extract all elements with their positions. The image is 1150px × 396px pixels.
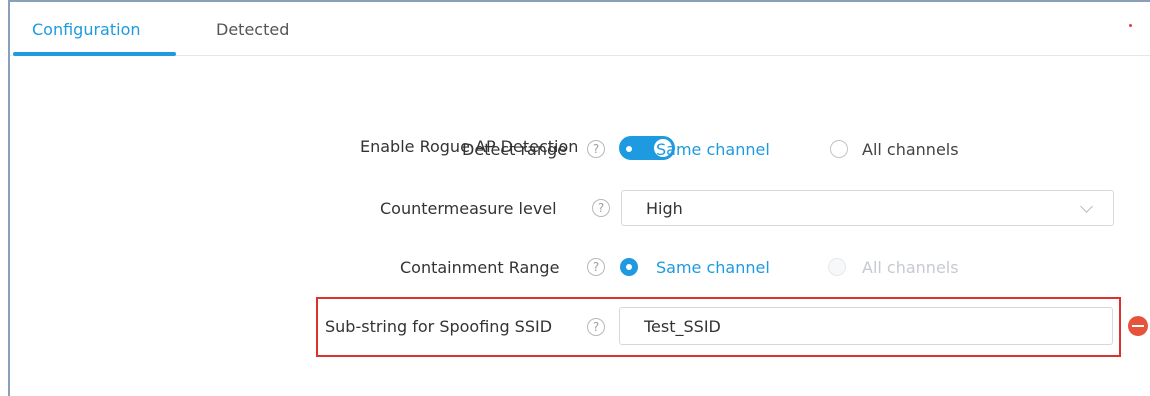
containment-range-help-icon[interactable]: ? — [587, 258, 605, 276]
spoofing-ssid-input[interactable] — [619, 307, 1113, 345]
detect-range-same-channel-radio[interactable] — [620, 140, 638, 158]
spoofing-ssid-help-icon[interactable]: ? — [587, 318, 605, 336]
spoofing-ssid-label: Sub-string for Spoofing SSID — [325, 317, 553, 336]
chevron-down-icon — [1080, 200, 1093, 213]
detect-range-label: Detect range — [462, 140, 567, 159]
containment-range-label: Containment Range — [400, 258, 560, 277]
tab-configuration[interactable]: Configuration — [32, 20, 141, 39]
containment-all-channels-radio — [828, 258, 846, 276]
remove-icon[interactable] — [1128, 316, 1148, 336]
tab-detected[interactable]: Detected — [216, 20, 289, 39]
countermeasure-select[interactable]: High — [621, 190, 1114, 226]
detect-range-help-icon[interactable]: ? — [587, 140, 605, 158]
detect-range-all-channels-label[interactable]: All channels — [862, 140, 959, 159]
containment-all-channels-label: All channels — [862, 258, 959, 277]
containment-same-channel-radio[interactable] — [620, 258, 638, 276]
countermeasure-label: Countermeasure level — [380, 199, 557, 218]
containment-same-channel-label[interactable]: Same channel — [656, 258, 770, 277]
countermeasure-help-icon[interactable]: ? — [592, 199, 610, 217]
tab-bar: Configuration Detected — [10, 2, 1150, 56]
countermeasure-value: High — [646, 199, 683, 218]
detect-range-same-channel-label[interactable]: Same channel — [656, 140, 770, 159]
detect-range-all-channels-radio[interactable] — [830, 140, 848, 158]
active-tab-indicator — [13, 52, 176, 56]
status-dot — [1129, 24, 1132, 27]
